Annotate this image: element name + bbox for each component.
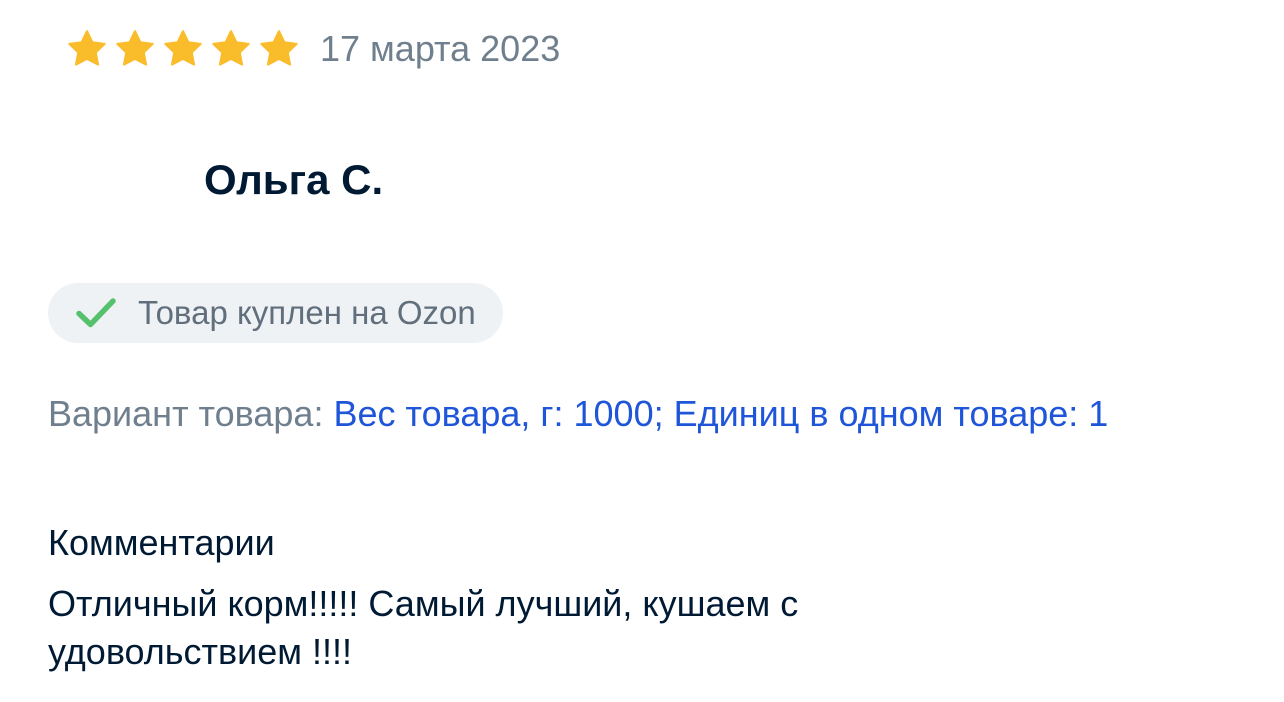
verified-purchase-label: Товар куплен на Ozon [138, 294, 476, 331]
comment-text: Отличный корм!!!!! Самый лучший, кушаем … [48, 583, 799, 672]
star-icon [212, 30, 250, 66]
check-icon [76, 298, 116, 328]
variant-value-link[interactable]: Вес товара, г: 1000; Единиц в одном това… [333, 393, 1108, 434]
comments-heading: Комментарии [48, 522, 275, 563]
author-name[interactable]: Ольга С. [204, 152, 383, 208]
star-icon [260, 30, 298, 66]
review-date: 17 марта 2023 [320, 28, 561, 69]
verified-purchase-badge[interactable]: Товар куплен на Ozon [48, 283, 503, 343]
star-rating [66, 28, 300, 70]
review-card: 17 марта 2023 Ольга С. Товар куплен на O… [0, 0, 1284, 702]
star-icon [116, 30, 154, 66]
rating-row: 17 марта 2023 [66, 26, 560, 72]
product-variant: Вариант товара: Вес товара, г: 1000; Еди… [48, 386, 1148, 441]
variant-label: Вариант товара: [48, 393, 334, 434]
star-icon [68, 30, 106, 66]
star-icon [164, 30, 202, 66]
